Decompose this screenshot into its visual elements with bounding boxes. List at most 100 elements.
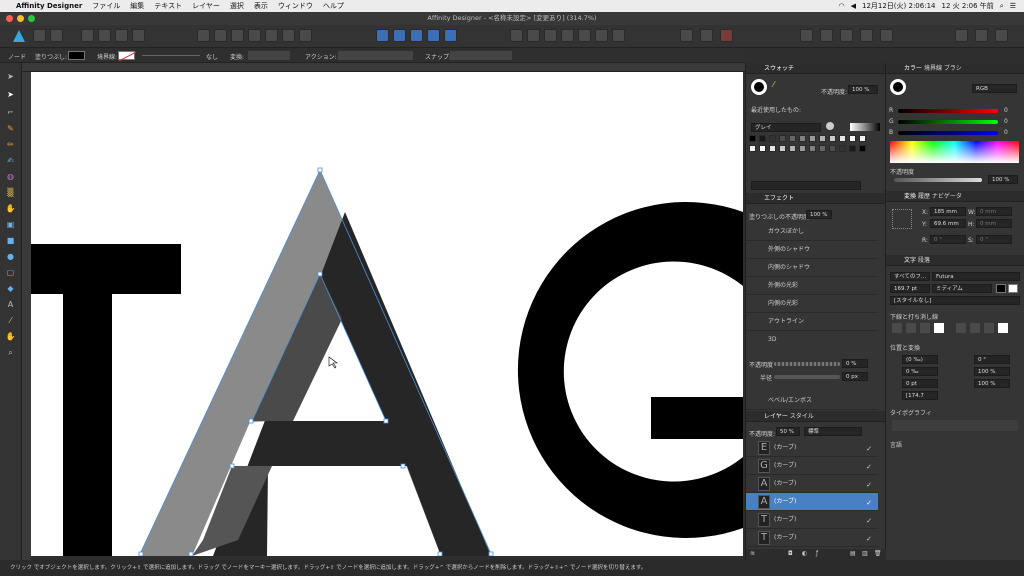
layer-row[interactable]: G (カーブ) ✓ bbox=[746, 457, 878, 475]
y-field[interactable]: 69.6 mm bbox=[930, 219, 966, 228]
gray-swatch[interactable] bbox=[839, 135, 846, 142]
effects-tab[interactable]: エフェクト bbox=[764, 195, 794, 202]
swatch-opacity-field[interactable]: 100 % bbox=[848, 85, 878, 94]
stroke-swatch[interactable] bbox=[118, 51, 136, 61]
view-mode-button[interactable] bbox=[115, 29, 128, 42]
tab-history[interactable]: 履歴 bbox=[918, 193, 930, 200]
layer-visibility-checkbox[interactable]: ✓ bbox=[866, 458, 872, 476]
letter-g[interactable] bbox=[517, 202, 743, 539]
x-field[interactable]: 185 mm bbox=[930, 207, 966, 216]
tab-styles[interactable]: スタイル bbox=[790, 413, 814, 420]
menu-edit[interactable]: 編集 bbox=[130, 1, 144, 11]
effect-opacity-slider[interactable] bbox=[774, 362, 840, 366]
menu-help[interactable]: ヘルプ bbox=[323, 1, 344, 11]
boolean-button-5[interactable] bbox=[880, 29, 893, 42]
underline-buttons[interactable] bbox=[892, 323, 1018, 334]
channel-r-slider[interactable] bbox=[898, 109, 998, 113]
underline-section-label[interactable]: 下線と打ち消し線 bbox=[890, 312, 938, 321]
gray-swatch[interactable] bbox=[759, 145, 766, 152]
brush-tool-icon[interactable]: ✍ bbox=[5, 155, 16, 166]
gray-swatch[interactable] bbox=[789, 145, 796, 152]
align-right-button[interactable] bbox=[410, 29, 423, 42]
tracking-field[interactable]: 0 ‰ bbox=[902, 367, 938, 376]
baseline-field[interactable]: (0 ‰) bbox=[902, 355, 938, 364]
effect-inner-glow[interactable]: 内側の光彩 bbox=[746, 295, 878, 313]
layer-row[interactable]: E (カーブ) ✓ bbox=[746, 439, 878, 457]
gray-swatch[interactable] bbox=[849, 135, 856, 142]
font-size-field[interactable]: 169.7 pt bbox=[890, 284, 930, 293]
h-field[interactable]: 0 mm bbox=[976, 219, 1012, 228]
layer-stack-icon[interactable]: ≋ bbox=[750, 550, 755, 557]
adjustment-icon[interactable]: ◐ bbox=[802, 550, 807, 557]
channel-b-value[interactable]: 0 bbox=[1004, 129, 1008, 136]
layer-opacity-field[interactable]: 50 % bbox=[776, 427, 800, 436]
typography-buttons[interactable] bbox=[892, 420, 1018, 431]
s-field[interactable]: 0 ° bbox=[976, 235, 1012, 244]
snap-options-button[interactable] bbox=[720, 29, 733, 42]
snap-buttons[interactable] bbox=[450, 51, 512, 60]
char-style-select[interactable]: [スタイルなし] bbox=[890, 296, 1020, 305]
tab-character[interactable]: 文字 bbox=[904, 257, 916, 264]
effect-gaussian-blur[interactable]: ガウスぼかし bbox=[746, 223, 878, 241]
typography-section-label[interactable]: タイポグラフィ bbox=[890, 408, 932, 417]
artwork[interactable] bbox=[31, 72, 743, 556]
gray-swatch[interactable] bbox=[829, 135, 836, 142]
snapping-button[interactable] bbox=[98, 29, 111, 42]
boolean-add-button[interactable] bbox=[595, 29, 608, 42]
tab-color[interactable]: カラー bbox=[904, 65, 922, 72]
fill-color-well[interactable] bbox=[751, 79, 767, 95]
close-window-button[interactable] bbox=[6, 15, 13, 22]
gray-swatch[interactable] bbox=[819, 145, 826, 152]
gray-swatch[interactable] bbox=[779, 135, 786, 142]
gray-swatch[interactable] bbox=[779, 145, 786, 152]
hand-tool-icon[interactable]: ✋ bbox=[5, 331, 16, 342]
stroke-width-slider[interactable] bbox=[142, 55, 200, 56]
gray-swatch[interactable] bbox=[859, 135, 866, 142]
color-spectrum[interactable] bbox=[890, 141, 1019, 163]
fx-icon[interactable]: ƒ bbox=[816, 550, 818, 557]
tab-stroke[interactable]: 境界線 bbox=[924, 65, 942, 72]
gray-swatch[interactable] bbox=[849, 145, 856, 152]
personas-button[interactable] bbox=[995, 29, 1008, 42]
effect-3d[interactable]: 3D bbox=[746, 331, 878, 349]
pen-tool-icon[interactable]: ✎ bbox=[5, 123, 16, 134]
boolean-button-1[interactable] bbox=[800, 29, 813, 42]
swatches-tab[interactable]: スウォッチ bbox=[764, 65, 794, 72]
gray-swatch[interactable] bbox=[809, 145, 816, 152]
layer-visibility-checkbox[interactable]: ✓ bbox=[866, 476, 872, 494]
zoom-tool-icon[interactable]: ⌕ bbox=[5, 347, 16, 358]
tab-paragraph[interactable]: 段落 bbox=[918, 257, 930, 264]
gray-swatch[interactable] bbox=[839, 145, 846, 152]
layer-row[interactable]: A (カーブ) ✓ bbox=[746, 475, 878, 493]
blend-mode-select[interactable]: 標準 bbox=[804, 427, 862, 436]
designer-persona-icon[interactable] bbox=[12, 29, 26, 43]
action-buttons[interactable] bbox=[338, 51, 413, 60]
boolean-subtract-button[interactable] bbox=[612, 29, 625, 42]
move-tool-icon[interactable]: ➤ bbox=[5, 71, 16, 82]
app-menu[interactable]: Affinity Designer bbox=[16, 2, 82, 10]
boolean-button-3[interactable] bbox=[840, 29, 853, 42]
text-fill-swatch[interactable] bbox=[996, 284, 1006, 293]
layer-row[interactable]: T (カーブ) ✓ bbox=[746, 511, 878, 529]
fill-tool-icon[interactable]: ◍ bbox=[5, 171, 16, 182]
crop-tool-icon[interactable]: ▣ bbox=[5, 219, 16, 230]
snap-toggle-button[interactable] bbox=[700, 29, 713, 42]
gray-swatch[interactable] bbox=[859, 145, 866, 152]
eyedropper-icon[interactable]: ⁄ bbox=[773, 80, 774, 89]
text-tool-icon[interactable]: A bbox=[5, 299, 16, 310]
view-quality-button[interactable] bbox=[132, 29, 145, 42]
leading-field[interactable]: [174.7 bbox=[902, 391, 938, 400]
language-section-label[interactable]: 言語 bbox=[890, 440, 902, 449]
arrange-top-button[interactable] bbox=[299, 29, 312, 42]
position-section-label[interactable]: 位置と変換 bbox=[890, 343, 920, 352]
layer-visibility-checkbox[interactable]: ✓ bbox=[866, 494, 872, 512]
tab-brush[interactable]: ブラシ bbox=[944, 65, 962, 72]
rotate-left-button[interactable] bbox=[197, 29, 210, 42]
delete-layer-icon[interactable]: 🗑 bbox=[874, 550, 882, 557]
text-stroke-swatch[interactable] bbox=[1008, 284, 1018, 293]
studio-button[interactable] bbox=[975, 29, 988, 42]
menu-window[interactable]: ウィンドウ bbox=[278, 1, 313, 11]
swatch-search-field[interactable] bbox=[751, 181, 861, 190]
transparency-tool-icon[interactable]: ▒ bbox=[5, 187, 16, 198]
gray-swatch[interactable] bbox=[799, 145, 806, 152]
